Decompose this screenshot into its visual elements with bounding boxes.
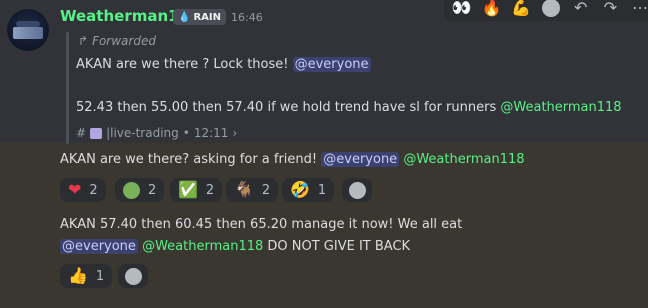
followup-2-tail: DO NOT GIVE IT BACK (267, 239, 411, 254)
check-mark-icon: ✅ (178, 180, 198, 199)
forward-line-1: AKAN are we there ? Lock those! @everyon… (76, 56, 371, 73)
reaction-count: 2 (89, 182, 98, 198)
user-mention[interactable]: @Weatherman118 (500, 100, 621, 115)
reaction-rofl[interactable]: 🤣 1 (282, 178, 335, 202)
forward-icon[interactable]: ↷ (597, 0, 625, 20)
add-reaction-button[interactable] (342, 178, 372, 202)
followup-message-1: AKAN are we there? asking for a friend! … (60, 151, 525, 168)
reply-icon[interactable]: ↶ (567, 0, 595, 20)
add-reaction-icon (124, 267, 142, 285)
more-icon[interactable]: ⋯ (626, 0, 648, 20)
reaction-goat[interactable]: 🐐 2 (226, 178, 279, 202)
reaction-heart[interactable]: ❤ 2 (60, 178, 106, 202)
message-toolbar: 👀 🔥 💪 ↶ ↷ ⋯ (444, 0, 648, 21)
green-circle-icon (123, 181, 140, 199)
forward-time: 12:11 (193, 126, 229, 140)
followup-1-text: AKAN are we there? asking for a friend! (60, 152, 318, 167)
goat-icon: 🐐 (234, 180, 254, 199)
user-mention[interactable]: @Weatherman118 (403, 152, 524, 167)
reaction-count: 1 (317, 182, 327, 198)
role-tag-label: RAIN (193, 11, 221, 23)
separator-dot: • (182, 126, 190, 140)
reaction-count: 2 (205, 182, 215, 198)
reaction-green-circle[interactable]: 2 (115, 178, 165, 202)
chevron-right-icon: › (232, 126, 238, 140)
add-reaction-icon (348, 181, 366, 199)
reaction-count: 2 (261, 182, 271, 198)
user-mention[interactable]: @Weatherman118 (142, 239, 263, 254)
add-reaction-button[interactable] (118, 264, 148, 288)
reaction-count: 1 (95, 268, 105, 284)
add-reaction-icon[interactable] (537, 0, 565, 20)
avatar[interactable] (7, 9, 49, 51)
forward-source[interactable]: # |live-trading • 12:11 › (76, 126, 237, 140)
forward-arrow-icon: ↱ (78, 34, 89, 48)
droplet-icon: 💧 (178, 11, 191, 23)
channel-name: |live-trading (106, 126, 179, 140)
forwarded-text: Forwarded (92, 34, 156, 48)
everyone-mention[interactable]: @everyone (60, 239, 138, 254)
flexed-biceps-icon[interactable]: 💪 (507, 0, 535, 20)
reaction-check[interactable]: ✅ 2 (170, 178, 223, 202)
forward-line-2-text: 52.43 then 55.00 then 57.40 if we hold t… (76, 100, 497, 115)
followup-message-2-line-1: AKAN 57.40 then 60.45 then 65.20 manage … (60, 217, 463, 232)
message-timestamp[interactable]: 16:46 (231, 11, 263, 24)
clapper-icon (90, 127, 103, 139)
eyes-icon[interactable]: 👀 (448, 0, 476, 20)
forward-line-1-text: AKAN are we there ? Lock those! (76, 57, 289, 72)
reaction-count: 2 (148, 182, 157, 198)
reaction-thumbs-up[interactable]: 👍 1 (60, 264, 113, 288)
heart-icon: ❤ (68, 180, 82, 199)
rofl-icon: 🤣 (290, 180, 310, 199)
forward-line-2: 52.43 then 55.00 then 57.40 if we hold t… (76, 99, 622, 116)
thumbs-up-icon: 👍 (68, 266, 88, 285)
forwarded-label: ↱ Forwarded (78, 34, 156, 48)
forward-bar (66, 32, 69, 144)
everyone-mention[interactable]: @everyone (321, 152, 400, 167)
role-tag[interactable]: 💧 RAIN (173, 9, 226, 25)
fire-icon[interactable]: 🔥 (478, 0, 506, 20)
channel-hash-icon: # (76, 126, 87, 140)
everyone-mention[interactable]: @everyone (292, 57, 371, 72)
followup-message-2-line-2: @everyone @Weatherman118 DO NOT GIVE IT … (60, 238, 410, 255)
